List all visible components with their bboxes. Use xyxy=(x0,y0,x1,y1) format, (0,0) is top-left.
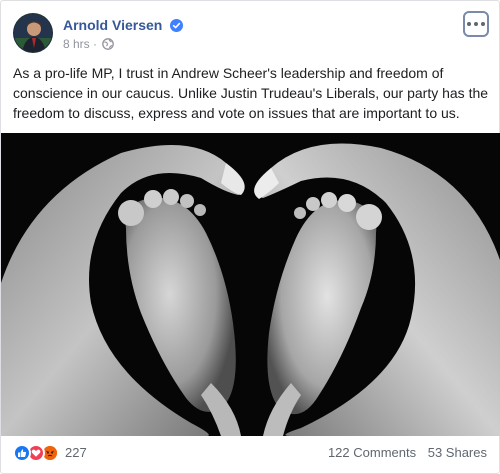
author-name-label[interactable]: Arnold Viersen xyxy=(63,17,162,33)
engagement-counts: 122 Comments 53 Shares xyxy=(320,444,487,462)
dot xyxy=(467,22,471,26)
shares-count-link[interactable]: 53 Shares xyxy=(428,445,487,460)
post-header: Arnold Viersen 8 hrs · xyxy=(13,11,489,55)
reactions-summary[interactable]: 227 xyxy=(13,444,87,462)
post-footer: 227 122 Comments 53 Shares xyxy=(13,438,487,468)
author-name[interactable]: Arnold Viersen xyxy=(63,16,184,34)
dot xyxy=(481,22,485,26)
dot xyxy=(474,22,478,26)
post-text: As a pro-life MP, I trust in Andrew Sche… xyxy=(13,65,489,121)
post-meta: 8 hrs · xyxy=(63,36,115,54)
comments-count-link[interactable]: 122 Comments xyxy=(328,445,416,460)
post-photo[interactable] xyxy=(1,133,500,436)
post-timestamp[interactable]: 8 hrs xyxy=(63,37,90,51)
meta-separator: · xyxy=(93,37,98,51)
reaction-count[interactable]: 227 xyxy=(65,444,87,462)
globe-icon[interactable] xyxy=(102,38,115,54)
verified-badge-icon xyxy=(170,18,184,32)
more-options-icon[interactable] xyxy=(463,11,489,37)
post-card: Arnold Viersen 8 hrs · As a pro-life MP,… xyxy=(0,0,500,474)
author-avatar[interactable] xyxy=(13,13,53,53)
like-icon[interactable] xyxy=(13,444,31,462)
